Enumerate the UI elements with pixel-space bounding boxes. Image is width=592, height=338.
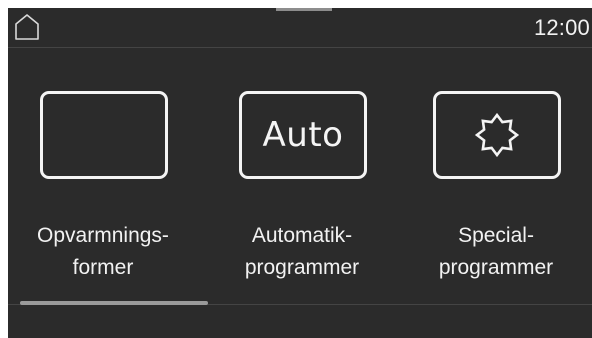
menu-item-label: Automatik- programmer <box>212 220 392 284</box>
status-bar: 12:00 <box>8 8 592 48</box>
menu-item-heating-modes[interactable]: Opvarmnings- former <box>13 48 193 304</box>
star-burst-icon <box>474 112 520 158</box>
menu-item-label: Opvarmnings- former <box>13 220 193 284</box>
label-line-2: former <box>72 256 134 279</box>
clock: 12:00 <box>533 15 590 40</box>
home-icon[interactable] <box>14 13 40 41</box>
label-line-1: Special- <box>458 224 534 247</box>
auto-icon: Auto <box>239 91 367 179</box>
label-line-2: programmer <box>438 256 554 279</box>
special-program-frame <box>433 91 561 179</box>
label-line-1: Automatik- <box>251 224 353 247</box>
menu-item-label: Special- programmer <box>406 220 586 284</box>
scroll-indicator <box>20 301 208 305</box>
empty-frame-icon <box>40 91 168 179</box>
label-line-1: Opvarmnings- <box>37 224 169 247</box>
appliance-screen: 12:00 Opvarmnings- former Auto Automatik… <box>8 8 592 338</box>
menu-item-automatic-programs[interactable]: Auto Automatik- programmer <box>212 48 392 304</box>
menu-item-special-programs[interactable]: Special- programmer <box>406 48 586 304</box>
main-menu: Opvarmnings- former Auto Automatik- prog… <box>8 48 592 304</box>
auto-icon-text: Auto <box>262 115 344 155</box>
label-line-2: programmer <box>244 256 360 279</box>
